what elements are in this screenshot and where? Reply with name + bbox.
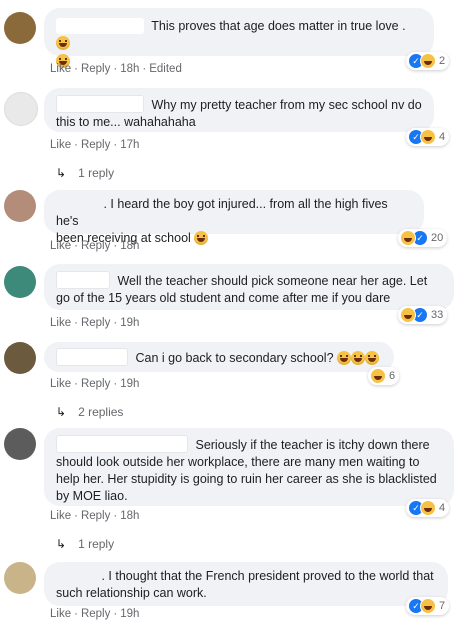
reply-arrow-icon: ↳ [56, 166, 67, 180]
comment-bubble: This proves that age does matter in true… [44, 8, 434, 68]
avatar[interactable] [4, 12, 36, 44]
reaction-count: 4 [439, 502, 446, 514]
laughing-emoji-icon [351, 351, 366, 365]
laughing-emoji-icon [337, 351, 352, 365]
replies-count: 1 reply [78, 166, 115, 180]
reaction-count: 33 [431, 309, 444, 321]
haha-reaction-icon [420, 53, 436, 69]
comment-bubble: . I heard the boy got injured... from al… [44, 190, 424, 245]
like-link[interactable]: Like [50, 63, 71, 75]
redacted-name [56, 95, 144, 113]
view-replies-link[interactable]: ↳ 2 replies [56, 405, 123, 419]
reply-link[interactable]: Reply [81, 240, 110, 252]
timestamp[interactable]: 19h [120, 608, 139, 620]
comment-bubble: Can i go back to secondary school? [44, 342, 394, 372]
haha-reaction-icon [400, 230, 416, 246]
redacted-name [56, 18, 144, 34]
comment-actions: Like · Reply · 19h [50, 608, 140, 620]
reply-link[interactable]: Reply [81, 510, 110, 522]
haha-reaction-icon [420, 500, 436, 516]
like-link[interactable]: Like [50, 240, 71, 252]
reaction-count: 4 [439, 131, 446, 143]
avatar[interactable] [4, 92, 38, 126]
avatar[interactable] [4, 342, 36, 374]
reaction-count: 2 [439, 55, 446, 67]
comment-bubble: . I thought that the French president pr… [44, 562, 448, 606]
comment-text: This proves that age does matter in true… [151, 19, 406, 33]
haha-reaction-icon [370, 368, 386, 384]
reaction-summary[interactable]: 6 [368, 367, 400, 385]
comment-actions: Like · Reply · 18h · Edited [50, 63, 182, 75]
avatar[interactable] [4, 190, 36, 222]
avatar[interactable] [4, 428, 36, 460]
timestamp[interactable]: 19h [120, 378, 139, 390]
reaction-count: 20 [431, 232, 444, 244]
comment-text: this to me... wahahahaha [56, 115, 196, 129]
avatar[interactable] [4, 266, 36, 298]
reaction-summary[interactable]: ✓ 7 [406, 597, 450, 615]
haha-reaction-icon [400, 307, 416, 323]
reaction-summary[interactable]: ✓ 2 [406, 52, 450, 70]
reaction-summary[interactable]: ✓ 4 [406, 128, 450, 146]
reaction-summary[interactable]: ✓ 4 [406, 499, 450, 517]
comment-bubble: Seriously if the teacher is itchy down t… [44, 428, 454, 506]
comment-bubble: Well the teacher should pick someone nea… [44, 264, 454, 310]
redacted-name [56, 568, 94, 584]
comment-text: such relationship can work. [56, 586, 207, 600]
like-link[interactable]: Like [50, 608, 71, 620]
redacted-name [56, 196, 96, 212]
like-link[interactable]: Like [50, 317, 71, 329]
comment-text: by MOE liao. [56, 489, 128, 503]
like-link[interactable]: Like [50, 378, 71, 390]
like-link[interactable]: Like [50, 510, 71, 522]
comment-actions: Like · Reply · 17h [50, 139, 140, 151]
haha-reaction-icon [420, 598, 436, 614]
reply-link[interactable]: Reply [81, 63, 110, 75]
laughing-emoji-icon [194, 231, 209, 245]
reaction-count: 7 [439, 600, 446, 612]
timestamp[interactable]: 19h [120, 317, 139, 329]
reply-link[interactable]: Reply [81, 378, 110, 390]
reaction-count: 6 [389, 370, 396, 382]
reaction-summary[interactable]: ✓ 20 [398, 229, 448, 247]
timestamp[interactable]: 18h [120, 510, 139, 522]
timestamp[interactable]: 17h [120, 139, 139, 151]
comment-text: Why my pretty teacher from my sec school… [151, 98, 422, 112]
replies-count: 2 replies [78, 405, 124, 419]
view-replies-link[interactable]: ↳ 1 reply [56, 537, 114, 551]
comment-text: Seriously if the teacher is itchy down t… [195, 438, 430, 452]
like-link[interactable]: Like [50, 139, 71, 151]
timestamp[interactable]: 18h [120, 240, 139, 252]
comment-text: Can i go back to secondary school? [135, 351, 334, 365]
comment-text: go of the 15 years old student and come … [56, 291, 391, 305]
comment-text: help her. Her stupidity is going to ruin… [56, 472, 437, 486]
redacted-name [56, 271, 110, 289]
comment-actions: Like · Reply · 19h [50, 317, 140, 329]
haha-reaction-icon [420, 129, 436, 145]
laughing-emoji-icon [56, 36, 70, 50]
reply-arrow-icon: ↳ [56, 405, 67, 419]
view-replies-link[interactable]: ↳ 1 reply [56, 166, 114, 180]
replies-count: 1 reply [78, 537, 115, 551]
comment-actions: Like · Reply · 18h [50, 240, 140, 252]
edited-label: Edited [149, 63, 182, 75]
comment-actions: Like · Reply · 18h [50, 510, 140, 522]
comment-text: Well the teacher should pick someone nea… [117, 274, 428, 288]
comment-text: should look outside her workplace, there… [56, 455, 420, 469]
comment-actions: Like · Reply · 19h [50, 378, 140, 390]
reaction-summary[interactable]: ✓ 33 [398, 306, 448, 324]
reply-link[interactable]: Reply [81, 317, 110, 329]
reply-link[interactable]: Reply [81, 139, 110, 151]
comment-bubble: Why my pretty teacher from my sec school… [44, 88, 434, 132]
redacted-name [56, 348, 128, 366]
avatar[interactable] [4, 562, 36, 594]
redacted-name [56, 435, 188, 453]
reply-arrow-icon: ↳ [56, 537, 67, 551]
comment-text: . I thought that the French president pr… [101, 569, 434, 583]
timestamp[interactable]: 18h [120, 63, 139, 75]
comment-text: . I heard the boy got injured... from al… [56, 197, 388, 228]
laughing-emoji-icon [365, 351, 380, 365]
reply-link[interactable]: Reply [81, 608, 110, 620]
